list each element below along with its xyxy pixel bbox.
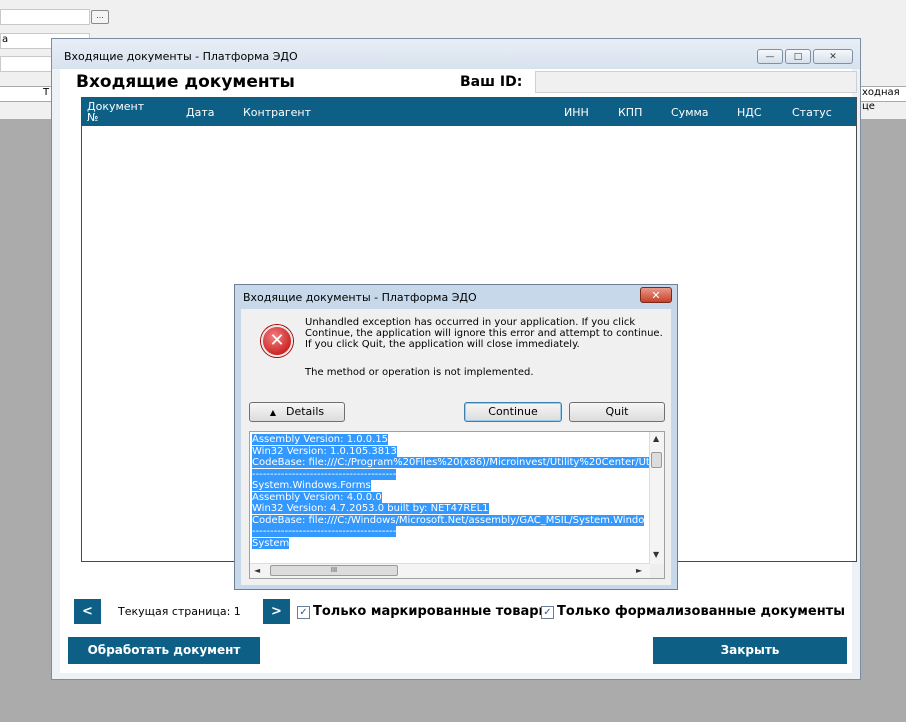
close-icon: ✕ bbox=[651, 289, 661, 302]
scroll-down-icon[interactable]: ▼ bbox=[653, 550, 659, 559]
details-textbox[interactable]: Assembly Version: 1.0.0.15 Win32 Version… bbox=[249, 431, 665, 579]
scroll-right-icon[interactable]: ► bbox=[636, 566, 642, 575]
error-icon: ✕ bbox=[261, 325, 293, 357]
details-line: System.Windows.Forms bbox=[252, 480, 371, 491]
col-kpp[interactable]: КПП bbox=[618, 107, 642, 118]
scroll-left-icon[interactable]: ◄ bbox=[254, 566, 260, 575]
details-line: System bbox=[252, 537, 290, 549]
dialog-close-button[interactable]: ✕ bbox=[640, 287, 672, 303]
minimize-icon: — bbox=[765, 52, 775, 62]
col-inn[interactable]: ИНН bbox=[564, 107, 589, 118]
details-line: Assembly Version: 1.0.0.15 bbox=[252, 434, 389, 445]
next-page-button[interactable]: > bbox=[263, 599, 290, 624]
marked-goods-label[interactable]: Только маркированные товары bbox=[313, 604, 550, 619]
error-message: Unhandled exception has occurred in your… bbox=[305, 317, 663, 350]
details-line: Assembly Version: 4.0.0.0 bbox=[252, 491, 382, 503]
details-line: Win32 Version: 4.7.2053.0 built by: NET4… bbox=[252, 503, 489, 514]
process-document-button[interactable]: Обработать документ bbox=[68, 637, 260, 664]
details-line: ---------------------------------------- bbox=[252, 468, 397, 480]
details-line: CodeBase: file:///C:/Windows/Microsoft.N… bbox=[252, 514, 645, 526]
horizontal-scroll-thumb[interactable]: III bbox=[270, 565, 398, 576]
col-date[interactable]: Дата bbox=[186, 107, 214, 118]
close-button[interactable]: Закрыть bbox=[653, 637, 847, 664]
window-titlebar[interactable]: Входящие документы - Платформа ЭДО — □ ✕ bbox=[52, 39, 860, 69]
error-dialog: Входящие документы - Платформа ЭДО ✕ ✕ U… bbox=[234, 284, 678, 590]
details-button[interactable]: ▲ Details bbox=[249, 402, 345, 422]
details-line: Win32 Version: 1.0.105.3813 bbox=[252, 445, 397, 457]
minimize-button[interactable]: — bbox=[757, 49, 783, 64]
col-doc-number[interactable]: Документ № bbox=[87, 101, 147, 123]
formalized-docs-label[interactable]: Только формализованные документы bbox=[557, 604, 845, 619]
bg-input-2-text: а bbox=[2, 34, 9, 45]
col-counterparty[interactable]: Контрагент bbox=[243, 107, 311, 118]
dialog-title: Входящие документы - Платформа ЭДО bbox=[243, 291, 477, 304]
page-title: Входящие документы bbox=[76, 72, 295, 92]
quit-button[interactable]: Quit bbox=[569, 402, 665, 422]
bg-input-1[interactable] bbox=[0, 9, 90, 25]
collapse-arrow-icon: ▲ bbox=[269, 408, 276, 417]
continue-button[interactable]: Continue bbox=[464, 402, 562, 422]
formalized-docs-checkbox[interactable]: ✓ bbox=[541, 606, 554, 619]
details-line: CodeBase: file:///C:/Program%20Files%20(… bbox=[252, 457, 663, 468]
col-status[interactable]: Статус bbox=[792, 107, 832, 118]
close-icon: ✕ bbox=[829, 52, 837, 62]
horizontal-scrollbar[interactable]: ◄ III ► bbox=[250, 563, 650, 578]
window-title: Входящие документы - Платформа ЭДО bbox=[64, 50, 298, 63]
error-text: The method or operation is not implement… bbox=[305, 367, 534, 378]
bg-browse-button-1[interactable]: ... bbox=[91, 10, 109, 24]
close-window-button[interactable]: ✕ bbox=[813, 49, 853, 64]
prev-page-button[interactable]: < bbox=[74, 599, 101, 624]
maximize-icon: □ bbox=[793, 52, 803, 62]
col-sum[interactable]: Сумма bbox=[671, 107, 709, 118]
table-header: Документ № Дата Контрагент ИНН КПП Сумма… bbox=[82, 98, 856, 126]
col-vat[interactable]: НДС bbox=[737, 107, 762, 118]
details-line: ---------------------------------------- bbox=[252, 526, 397, 537]
bg-grid-col-right: ходная це bbox=[862, 87, 900, 112]
scroll-corner bbox=[650, 564, 664, 578]
bg-grid-col-t: Т bbox=[43, 87, 50, 98]
maximize-button[interactable]: □ bbox=[785, 49, 811, 64]
dialog-client: ✕ Unhandled exception has occurred in yo… bbox=[241, 309, 671, 585]
vertical-scroll-thumb[interactable] bbox=[651, 452, 662, 468]
marked-goods-checkbox[interactable]: ✓ bbox=[297, 606, 310, 619]
details-label: Details bbox=[286, 405, 325, 418]
your-id-label: Ваш ID: bbox=[460, 74, 523, 90]
vertical-scrollbar[interactable]: ▲ ▼ bbox=[649, 432, 664, 564]
your-id-field[interactable] bbox=[535, 71, 857, 93]
current-page-text: Текущая страница: 1 bbox=[118, 605, 241, 618]
scroll-up-icon[interactable]: ▲ bbox=[653, 434, 659, 443]
details-text: Assembly Version: 1.0.0.15 Win32 Version… bbox=[252, 434, 663, 549]
